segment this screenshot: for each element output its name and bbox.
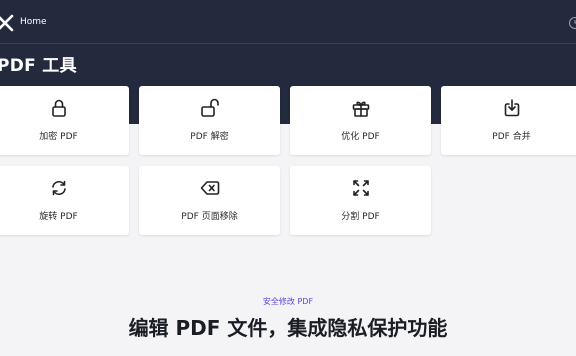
rotate-icon	[48, 177, 70, 199]
unlock-icon	[199, 97, 221, 119]
topbar-divider	[0, 43, 576, 44]
page-title: PDF 工具	[0, 56, 77, 76]
tool-card-encrypt-pdf[interactable]: 加密 PDF	[0, 86, 129, 155]
tool-label: PDF 页面移除	[181, 212, 238, 222]
lock-icon	[48, 97, 70, 119]
tool-label: 加密 PDF	[39, 132, 78, 142]
tool-card-optimize-pdf[interactable]: 优化 PDF	[290, 86, 431, 155]
tool-label: 优化 PDF	[341, 132, 380, 142]
tool-card-split-pdf[interactable]: 分割 PDF	[290, 166, 431, 235]
split-icon	[350, 177, 372, 199]
backspace-icon	[199, 177, 221, 199]
tool-label: 分割 PDF	[341, 212, 380, 222]
merge-icon	[501, 97, 523, 119]
feature-eyebrow: 安全修改 PDF	[262, 297, 314, 306]
feature-headline: 编辑 PDF 文件，集成隐私保护功能	[128, 316, 448, 340]
home-link[interactable]: Home	[20, 16, 47, 28]
tool-card-decrypt-pdf[interactable]: PDF 解密	[139, 86, 280, 155]
tool-card-merge-pdf[interactable]: PDF 合并	[441, 86, 576, 155]
tool-card-remove-pages[interactable]: PDF 页面移除	[139, 166, 280, 235]
tool-card-rotate-pdf[interactable]: 旋转 PDF	[0, 166, 129, 235]
gift-icon	[350, 97, 372, 119]
tool-label: PDF 解密	[190, 132, 229, 142]
logo-icon[interactable]	[0, 12, 16, 34]
tool-label: PDF 合并	[492, 132, 531, 142]
tool-label: 旋转 PDF	[39, 212, 78, 222]
clock-icon[interactable]	[568, 15, 576, 29]
